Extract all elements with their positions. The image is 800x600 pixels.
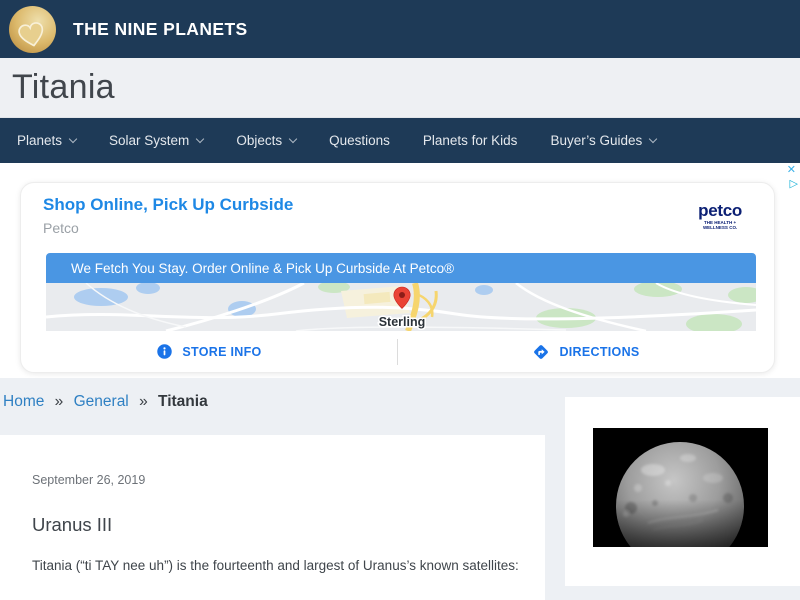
- breadcrumb-general-link[interactable]: General: [74, 393, 129, 410]
- article-card: September 26, 2019 Uranus III Titania (“…: [0, 435, 545, 600]
- nav-item-label: Planets: [17, 133, 63, 148]
- advertisement-section: ✕ ▷ Shop Online, Pick Up Curbside Petco …: [0, 163, 800, 378]
- nav-item-planets[interactable]: Planets: [17, 133, 78, 148]
- titania-moon-photo[interactable]: [593, 428, 768, 547]
- petco-logo-text: petco: [698, 201, 742, 220]
- nav-item-label: Solar System: [109, 133, 190, 148]
- store-info-button[interactable]: STORE INFO: [21, 343, 397, 360]
- map-place-label: Sterling: [379, 315, 426, 329]
- chevron-down-icon: [649, 134, 658, 143]
- nav-item-objects[interactable]: Objects: [236, 133, 298, 148]
- nav-item-label: Planets for Kids: [422, 133, 518, 148]
- directions-diamond-icon: [534, 344, 549, 359]
- ad-advertiser-name: Petco: [43, 220, 79, 236]
- adchoices-icon[interactable]: ▷: [790, 178, 798, 190]
- page-title: Titania: [12, 68, 115, 106]
- article-date: September 26, 2019: [32, 473, 146, 487]
- ad-banner-text: We Fetch You Stay. Order Online & Pick U…: [71, 260, 455, 276]
- nav-item-label: Objects: [236, 133, 283, 148]
- ad-header-row: Shop Online, Pick Up Curbside Petco petc…: [21, 183, 774, 253]
- directions-button[interactable]: DIRECTIONS: [398, 343, 774, 361]
- breadcrumb-separator: »: [54, 393, 64, 410]
- store-map[interactable]: Sterling: [46, 283, 756, 331]
- ad-headline-link[interactable]: Shop Online, Pick Up Curbside: [43, 195, 293, 215]
- ad-banner[interactable]: We Fetch You Stay. Order Online & Pick U…: [46, 253, 756, 283]
- chevron-down-icon: [288, 134, 298, 143]
- site-header: THE NINE PLANETS: [0, 0, 800, 58]
- nav-item-solar-system[interactable]: Solar System: [109, 133, 205, 148]
- chevron-down-icon: [68, 134, 78, 143]
- ad-close-icon[interactable]: ✕: [787, 164, 796, 176]
- chevron-down-icon: [196, 134, 205, 143]
- breadcrumb-separator: »: [139, 393, 148, 410]
- site-title: THE NINE PLANETS: [73, 18, 248, 39]
- directions-label: DIRECTIONS: [559, 344, 640, 359]
- nine-planets-logo-icon[interactable]: [9, 5, 56, 53]
- breadcrumb-home-link[interactable]: Home: [3, 393, 44, 410]
- article-heading: Uranus III: [32, 514, 113, 535]
- main-nav: Planets Solar System Objects Questions P…: [0, 118, 800, 163]
- store-info-label: STORE INFO: [182, 344, 262, 359]
- page-title-band: Titania: [0, 58, 800, 118]
- nav-item-buyers-guides[interactable]: Buyer’s Guides: [550, 133, 658, 148]
- nav-item-questions[interactable]: Questions: [329, 133, 390, 148]
- nav-item-planets-for-kids[interactable]: Planets for Kids: [423, 133, 518, 148]
- nav-item-label: Buyer’s Guides: [550, 133, 643, 148]
- petco-logo-tagline: THE HEALTH + WELLNESS CO.: [702, 220, 738, 230]
- article-paragraph: Titania (“ti TAY nee uh”) is the fourtee…: [32, 558, 519, 573]
- petco-logo[interactable]: petco THE HEALTH + WELLNESS CO.: [698, 201, 742, 230]
- main-content: Home » General » Titania September 26, 2…: [0, 378, 800, 600]
- nav-item-label: Questions: [329, 133, 390, 148]
- info-circle-icon: [157, 344, 173, 359]
- ad-card[interactable]: Shop Online, Pick Up Curbside Petco petc…: [20, 182, 775, 373]
- breadcrumb: Home » General » Titania: [3, 393, 208, 411]
- breadcrumb-current-page: Titania: [158, 393, 208, 410]
- sidebar-card: [565, 397, 800, 586]
- ad-button-row: STORE INFO DIRECTIONS: [21, 331, 774, 372]
